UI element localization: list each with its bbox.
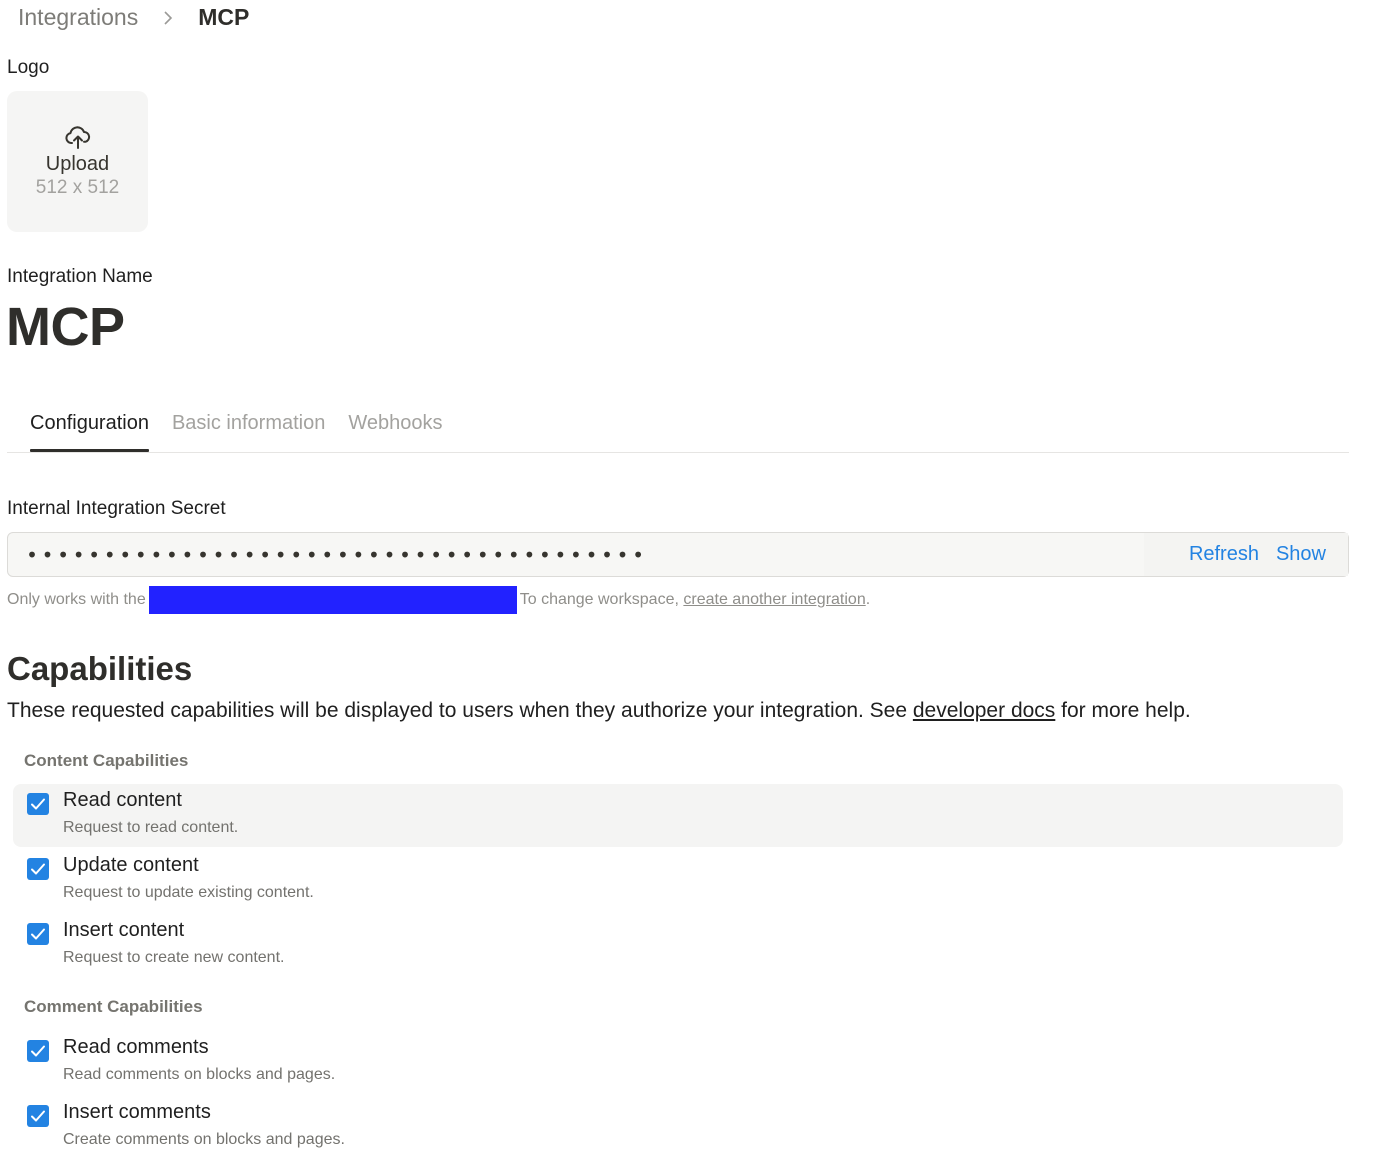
- capability-read-content[interactable]: Read content Request to read content.: [13, 784, 1343, 847]
- capability-description: Request to create new content.: [63, 949, 285, 966]
- workspace-note-suffix: To change workspace,: [519, 591, 679, 608]
- show-secret-button[interactable]: Show: [1276, 543, 1326, 566]
- capability-name: Read comments: [63, 1036, 209, 1058]
- cloud-upload-icon: [64, 125, 90, 149]
- tab-webhooks[interactable]: Webhooks: [348, 400, 442, 452]
- logo-upload-button[interactable]: Upload 512 x 512: [7, 91, 148, 232]
- tab-configuration[interactable]: Configuration: [30, 400, 149, 452]
- breadcrumb-current: MCP: [198, 4, 250, 30]
- comment-capabilities-title: Comment Capabilities: [24, 997, 203, 1016]
- update-content-checkbox[interactable]: [27, 858, 49, 880]
- capability-name: Insert content: [63, 919, 185, 941]
- capability-read-comments[interactable]: Read comments Read comments on blocks an…: [13, 1031, 1343, 1094]
- check-icon: [31, 1110, 45, 1122]
- capability-name: Read content: [63, 789, 182, 811]
- capability-description: Create comments on blocks and pages.: [63, 1131, 345, 1148]
- tab-basic-information[interactable]: Basic information: [172, 400, 325, 452]
- secret-label: Internal Integration Secret: [7, 498, 226, 519]
- capabilities-title: Capabilities: [7, 650, 193, 687]
- content-capabilities-title: Content Capabilities: [24, 751, 189, 770]
- secret-field: ••••••••••••••••••••••••••••••••••••••••…: [7, 532, 1349, 577]
- insert-comments-checkbox[interactable]: [27, 1105, 49, 1127]
- chevron-right-icon: [162, 10, 174, 26]
- secret-actions: Refresh Show: [1143, 533, 1348, 576]
- integration-name-input[interactable]: MCP: [6, 296, 125, 358]
- refresh-secret-button[interactable]: Refresh: [1189, 543, 1259, 566]
- redacted-workspace-name: [148, 586, 517, 614]
- capability-insert-comments[interactable]: Insert comments Create comments on block…: [13, 1096, 1343, 1159]
- capability-description: Read comments on blocks and pages.: [63, 1066, 336, 1083]
- read-content-checkbox[interactable]: [27, 793, 49, 815]
- workspace-note-end: .: [865, 591, 871, 608]
- capability-name: Update content: [63, 854, 199, 876]
- capabilities-description-text: These requested capabilities will be dis…: [7, 699, 908, 722]
- integration-name-label: Integration Name: [7, 266, 153, 287]
- check-icon: [31, 798, 45, 810]
- capability-insert-content[interactable]: Insert content Request to create new con…: [13, 914, 1343, 977]
- check-icon: [31, 863, 45, 875]
- read-comments-checkbox[interactable]: [27, 1040, 49, 1062]
- capabilities-description-suffix: for more help.: [1061, 699, 1191, 722]
- logo-label: Logo: [7, 57, 50, 78]
- create-another-integration-link[interactable]: create another integration: [683, 591, 865, 609]
- tab-bar: Configuration Basic information Webhooks: [7, 400, 1349, 453]
- capability-description: Request to update existing content.: [63, 884, 314, 901]
- workspace-note: Only works with the To change workspace,…: [7, 586, 870, 614]
- capability-description: Request to read content.: [63, 819, 239, 836]
- upload-size-hint: 512 x 512: [35, 176, 120, 198]
- breadcrumb: Integrations MCP: [18, 4, 249, 31]
- check-icon: [31, 1045, 45, 1057]
- capabilities-description: These requested capabilities will be dis…: [7, 699, 1191, 723]
- breadcrumb-integrations-link[interactable]: Integrations: [18, 4, 138, 31]
- capability-update-content[interactable]: Update content Request to update existin…: [13, 849, 1343, 912]
- capability-name: Insert comments: [63, 1101, 211, 1123]
- upload-label: Upload: [45, 152, 110, 175]
- check-icon: [31, 928, 45, 940]
- developer-docs-link[interactable]: developer docs: [913, 699, 1055, 722]
- insert-content-checkbox[interactable]: [27, 923, 49, 945]
- workspace-note-prefix: Only works with the: [7, 591, 146, 608]
- secret-masked-value: ••••••••••••••••••••••••••••••••••••••••: [26, 542, 648, 567]
